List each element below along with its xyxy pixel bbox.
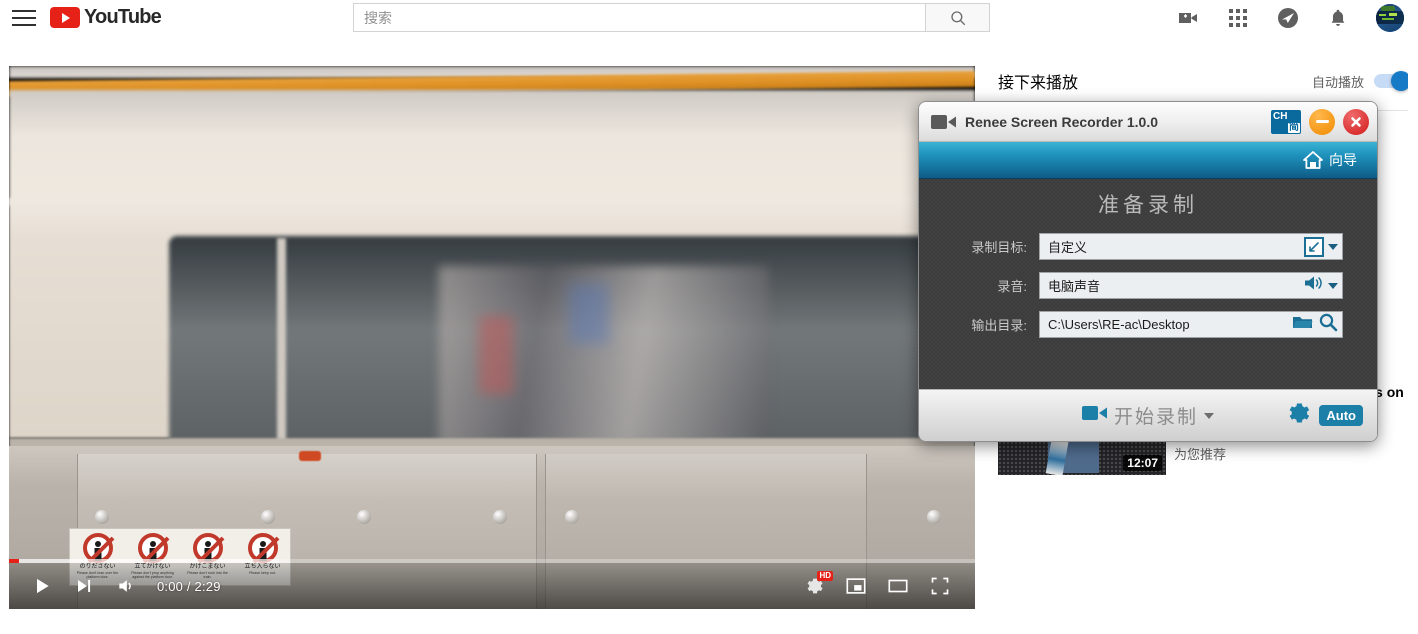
minimize-icon (1315, 120, 1329, 123)
youtube-logo[interactable]: YouTube (50, 6, 162, 29)
audio-source-value: 电脑声音 (1048, 279, 1101, 294)
notifications-bell-icon[interactable] (1326, 6, 1350, 30)
chevron-down-icon[interactable] (1204, 412, 1215, 419)
volume-button[interactable] (105, 565, 147, 607)
chevron-down-icon[interactable] (1328, 282, 1338, 289)
record-target-value: 自定义 (1048, 240, 1088, 255)
select-region-icon[interactable] (1304, 236, 1324, 257)
dialog-window-buttons: CH 简 (1271, 108, 1369, 135)
youtube-wordmark: YouTube (84, 6, 162, 28)
play-icon (37, 578, 49, 594)
apps-grid-icon[interactable] (1226, 6, 1250, 30)
record-target-label: 录制目标: (971, 240, 1027, 255)
header-actions (1176, 0, 1404, 35)
dialog-footer: 开始录制 Auto (919, 389, 1377, 441)
camcorder-icon (931, 114, 957, 130)
dialog-title: Renee Screen Recorder 1.0.0 (965, 113, 1158, 130)
language-secondary: 简 (1288, 121, 1300, 133)
speaker-icon[interactable] (1304, 274, 1324, 297)
output-folder-row: 输出目录: C:\Users\RE-ac\Desktop (919, 311, 1377, 338)
player-controls-right: HD (793, 565, 975, 607)
camcorder-icon (1081, 405, 1108, 426)
dialog-footer-actions: Auto (1285, 400, 1377, 431)
hamburger-menu-icon[interactable] (12, 8, 36, 28)
home-icon (1303, 151, 1323, 169)
fullscreen-icon (931, 577, 949, 595)
settings-gear-icon[interactable] (1285, 400, 1311, 431)
close-icon (1351, 116, 1361, 127)
play-button[interactable] (21, 565, 63, 607)
volume-icon (119, 580, 131, 592)
start-recording-label: 开始录制 (1113, 407, 1199, 428)
renee-screen-recorder-dialog[interactable]: Renee Screen Recorder 1.0.0 CH 简 向导 准备录制… (918, 101, 1378, 442)
folder-icon[interactable] (1292, 313, 1314, 336)
search-area (353, 3, 990, 32)
messages-icon[interactable] (1276, 6, 1300, 30)
sidebar-title: 接下来播放 (998, 75, 1079, 92)
dialog-heading: 准备录制 (1098, 194, 1198, 217)
search-icon (950, 10, 965, 25)
next-video-button[interactable] (63, 565, 105, 607)
wizard-nav-label: 向导 (1329, 152, 1357, 168)
search-button[interactable] (925, 3, 990, 32)
minimize-button[interactable] (1309, 108, 1335, 135)
audio-source-field[interactable]: 电脑声音 (1039, 272, 1343, 299)
chevron-down-icon[interactable] (1328, 243, 1338, 250)
video-player[interactable]: のりださない Please don't lean over the platfo… (9, 66, 975, 609)
record-target-row: 录制目标: 自定义 (919, 233, 1377, 260)
settings-button[interactable]: HD (793, 565, 835, 607)
wizard-nav-button[interactable]: 向导 (1303, 150, 1357, 170)
dialog-titlebar[interactable]: Renee Screen Recorder 1.0.0 CH 简 (919, 102, 1377, 142)
theater-mode-button[interactable] (877, 565, 919, 607)
output-folder-value: C:\Users\RE-ac\Desktop (1048, 317, 1190, 332)
autoplay-toggle[interactable] (1374, 71, 1408, 91)
quality-badge: HD (817, 571, 833, 581)
language-primary: CH (1273, 110, 1288, 122)
player-controls-left: 0:00 / 2:29 (9, 565, 221, 607)
fullscreen-button[interactable] (919, 565, 961, 607)
theater-mode-icon (888, 579, 908, 593)
dialog-navbar: 向导 (919, 142, 1377, 179)
search-input[interactable] (353, 3, 925, 32)
miniplayer-icon (846, 578, 866, 594)
dialog-body: 准备录制 录制目标: 自定义 录音: 电脑声音 输出目录: C:\Users\R… (919, 179, 1377, 389)
start-recording-button[interactable]: 开始录制 (1081, 402, 1215, 429)
auto-mode-button[interactable]: Auto (1319, 405, 1363, 426)
next-video-icon (78, 580, 91, 592)
time-display: 0:00 / 2:29 (157, 578, 221, 594)
avatar[interactable] (1376, 3, 1404, 32)
sidebar-header: 接下来播放 自动播放 (998, 60, 1408, 102)
video-duration: 12:07 (1123, 455, 1162, 471)
autoplay-control: 自动播放 (1311, 71, 1408, 91)
player-controls: 0:00 / 2:29 HD (9, 563, 975, 609)
magnifier-icon[interactable] (1318, 312, 1338, 337)
autoplay-label: 自动播放 (1311, 74, 1364, 90)
create-video-icon[interactable] (1176, 6, 1200, 30)
miniplayer-button[interactable] (835, 565, 877, 607)
record-target-field[interactable]: 自定义 (1039, 233, 1343, 260)
language-switch-button[interactable]: CH 简 (1271, 109, 1301, 134)
youtube-play-badge-icon (50, 7, 80, 28)
close-button[interactable] (1343, 108, 1369, 135)
audio-source-label: 录音: (997, 279, 1027, 294)
output-folder-field[interactable]: C:\Users\RE-ac\Desktop (1039, 311, 1343, 338)
output-folder-label: 输出目录: (971, 318, 1027, 333)
video-meta: 为您推荐 (1174, 447, 1227, 462)
audio-source-row: 录音: 电脑声音 (919, 272, 1377, 299)
video-frame: のりださない Please don't lean over the platfo… (9, 66, 975, 609)
youtube-header: YouTube (0, 0, 1418, 35)
